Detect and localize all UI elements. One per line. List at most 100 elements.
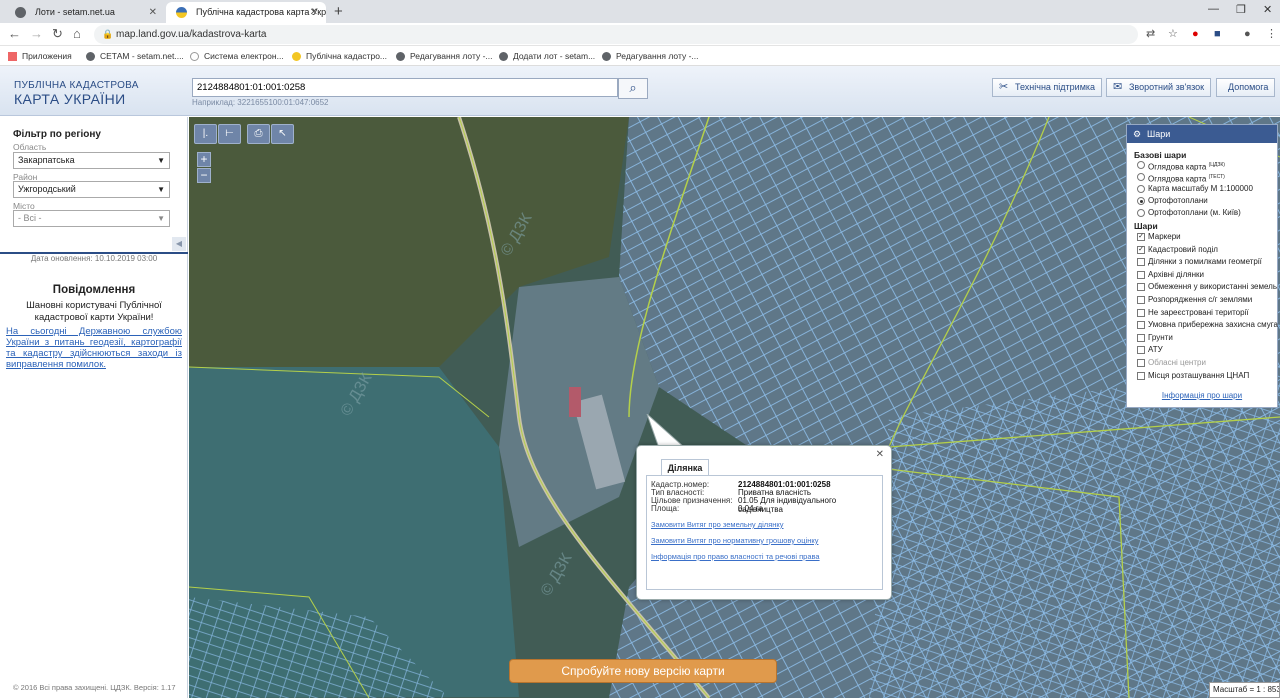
- oblast-value: Закарпатська: [18, 155, 75, 165]
- overlay-layer-label: Грунти: [1148, 332, 1173, 342]
- extension-icon[interactable]: ■: [1214, 27, 1221, 41]
- back-icon[interactable]: ←: [8, 26, 21, 42]
- radio-icon[interactable]: [1137, 209, 1145, 217]
- lock-icon: 🔒: [102, 29, 114, 39]
- bookmark-item[interactable]: Редагування лоту -...: [602, 49, 699, 63]
- misto-select[interactable]: - Всі - ▼: [13, 210, 170, 227]
- browser-tab-setam[interactable]: Лоти - setam.net.ua ✕: [5, 2, 165, 23]
- tab-parcel[interactable]: Ділянка: [661, 459, 709, 476]
- overlay-layer-option[interactable]: АТУ: [1137, 345, 1163, 355]
- new-tab-icon[interactable]: +: [334, 2, 343, 22]
- base-layer-option[interactable]: Оглядова карта (ЦДЗК): [1137, 160, 1225, 173]
- oblast-select[interactable]: Закарпатська ▼: [13, 152, 170, 169]
- help-label: Допомога: [1228, 82, 1269, 92]
- overlay-layers-title: Шари: [1134, 221, 1158, 231]
- overlay-layer-option[interactable]: Розпорядження с/г землями: [1137, 295, 1252, 305]
- layers-info-link[interactable]: Інформація про шари: [1127, 391, 1277, 400]
- radio-icon[interactable]: [1137, 185, 1145, 193]
- order-extract-link[interactable]: Замовити Витяг про земельну ділянку: [651, 520, 784, 529]
- checkbox-icon[interactable]: [1137, 270, 1145, 279]
- overlay-layer-option[interactable]: Не зареєстровані території: [1137, 308, 1249, 318]
- browser-tab-bar: Лоти - setam.net.ua ✕ Публічна кадастров…: [0, 0, 1280, 23]
- overlay-layer-label: АТУ: [1148, 345, 1163, 355]
- home-icon[interactable]: ⌂: [73, 26, 81, 42]
- base-layer-option[interactable]: Карта масштабу М 1:100000: [1137, 184, 1253, 194]
- reload-icon[interactable]: ↻: [52, 26, 63, 42]
- zoom-in-button[interactable]: +: [197, 152, 211, 167]
- identify-icon[interactable]: ↖: [271, 124, 294, 144]
- bookmark-item[interactable]: Публічна кадастро...: [292, 49, 387, 63]
- bookmark-item[interactable]: Система електрон...: [190, 49, 284, 63]
- minimize-icon[interactable]: —: [1208, 3, 1219, 15]
- try-new-version-button[interactable]: Спробуйте нову версію карти: [509, 659, 777, 683]
- profile-icon[interactable]: ●: [1244, 27, 1251, 41]
- overlay-layer-option[interactable]: Місця розташування ЦНАП: [1137, 371, 1249, 381]
- help-button[interactable]: Допомога: [1216, 78, 1276, 97]
- bookmark-item[interactable]: СЕТАМ - setam.net....: [86, 49, 184, 63]
- order-valuation-link[interactable]: Замовити Витяг про нормативну грошову оц…: [651, 536, 818, 545]
- base-layer-label: Оглядова карта: [1148, 174, 1207, 184]
- checkbox-icon[interactable]: [1137, 296, 1145, 304]
- maximize-icon[interactable]: ❐: [1236, 3, 1246, 16]
- bookmark-apps[interactable]: Приложения: [8, 49, 72, 63]
- overlay-layer-option[interactable]: Обмеження у використанні земель: [1137, 282, 1277, 292]
- checkbox-icon[interactable]: [1137, 371, 1145, 380]
- overlay-layer-option[interactable]: Архівні ділянки: [1137, 270, 1204, 280]
- base-layer-label: Карта масштабу М 1:100000: [1148, 184, 1253, 193]
- scale-indicator: Масштаб = 1 : 8532: [1209, 682, 1280, 698]
- radio-icon[interactable]: [1137, 161, 1145, 169]
- bookmark-item[interactable]: Редагування лоту -...: [396, 49, 493, 63]
- star-icon[interactable]: ☆: [1168, 27, 1178, 41]
- close-window-icon[interactable]: ✕: [1263, 3, 1272, 16]
- radio-icon[interactable]: [1137, 197, 1145, 205]
- search-button[interactable]: ⌕: [618, 78, 648, 99]
- opera-icon[interactable]: ●: [1192, 27, 1199, 41]
- checkbox-icon[interactable]: [1137, 346, 1145, 355]
- cadastre-search-input[interactable]: 2124884801:01:001:0258: [192, 78, 618, 97]
- raion-value: Ужгородський: [18, 184, 76, 194]
- layers-header[interactable]: ⚙ Шари: [1127, 125, 1277, 143]
- close-icon[interactable]: ✕: [310, 2, 318, 23]
- support-button[interactable]: ✂ Технічна підтримка: [992, 78, 1103, 97]
- close-icon[interactable]: ✕: [876, 449, 884, 460]
- overlay-layer-option[interactable]: ✓ Кадастровий поділ: [1137, 245, 1218, 255]
- brand-line2[interactable]: КАРТА УКРАЇНИ: [14, 91, 126, 107]
- overlay-layer-option[interactable]: Обласні центри: [1137, 358, 1206, 368]
- overlay-layer-option[interactable]: Ділянки з помилками геометрії: [1137, 257, 1262, 267]
- checkbox-icon[interactable]: [1137, 283, 1145, 292]
- checkbox-icon[interactable]: [1137, 258, 1145, 267]
- url-field[interactable]: 🔒 map.land.gov.ua/kadastrova-karta: [94, 25, 1138, 44]
- checkbox-checked-icon[interactable]: ✓: [1137, 245, 1145, 254]
- print-icon[interactable]: ⎙: [247, 124, 270, 144]
- ownership-info-link[interactable]: Інформація про право власності та речові…: [651, 552, 820, 561]
- collapse-sidebar-icon[interactable]: ◀: [172, 237, 186, 251]
- map-canvas[interactable]: © ДЗК © ДЗК © ДЗК |. ⊢ ⎙ ↖ + −: [189, 117, 1280, 698]
- notification-link[interactable]: На сьогодні Державною службою України з …: [6, 326, 182, 370]
- feedback-button[interactable]: ✉ Зворотний зв'язок: [1106, 78, 1212, 97]
- checkbox-icon[interactable]: [1137, 321, 1145, 330]
- parcel-details: Кадастр.номер: 2124884801:01:001:0258 Ти…: [646, 475, 883, 590]
- menu-dots-icon[interactable]: ⋮: [1266, 27, 1277, 41]
- base-layer-option[interactable]: Оглядова карта (ТЕСТ): [1137, 172, 1225, 185]
- base-layer-option[interactable]: Ортофотоплани (м. Київ): [1137, 208, 1241, 218]
- feedback-label: Зворотний зв'язок: [1129, 82, 1205, 92]
- misto-value: - Всі -: [18, 213, 42, 223]
- checkbox-icon[interactable]: [1137, 359, 1145, 367]
- checkbox-icon[interactable]: [1137, 333, 1145, 342]
- forward-icon[interactable]: →: [30, 26, 43, 42]
- base-layer-option[interactable]: Ортофотоплани: [1137, 196, 1208, 206]
- bookmark-item[interactable]: Додати лот - setam...: [499, 49, 595, 63]
- overlay-layer-option[interactable]: Грунти: [1137, 333, 1173, 343]
- overlay-layer-option[interactable]: Умовна прибережна захисна смуга: [1137, 320, 1278, 330]
- raion-select[interactable]: Ужгородський ▼: [13, 181, 170, 198]
- overlay-layer-option[interactable]: ✓ Маркери: [1137, 232, 1181, 242]
- checkbox-icon[interactable]: [1137, 308, 1145, 317]
- radio-icon[interactable]: [1137, 173, 1145, 181]
- measure-area-icon[interactable]: ⊢: [218, 124, 241, 144]
- browser-tab-kadastr[interactable]: Публічна кадастрова карта Укр ✕: [166, 2, 326, 23]
- checkbox-checked-icon[interactable]: ✓: [1137, 233, 1145, 241]
- zoom-out-button[interactable]: −: [197, 168, 211, 183]
- close-icon[interactable]: ✕: [149, 2, 157, 23]
- translate-icon[interactable]: ⇄: [1146, 27, 1155, 41]
- measure-line-icon[interactable]: |.: [194, 124, 217, 144]
